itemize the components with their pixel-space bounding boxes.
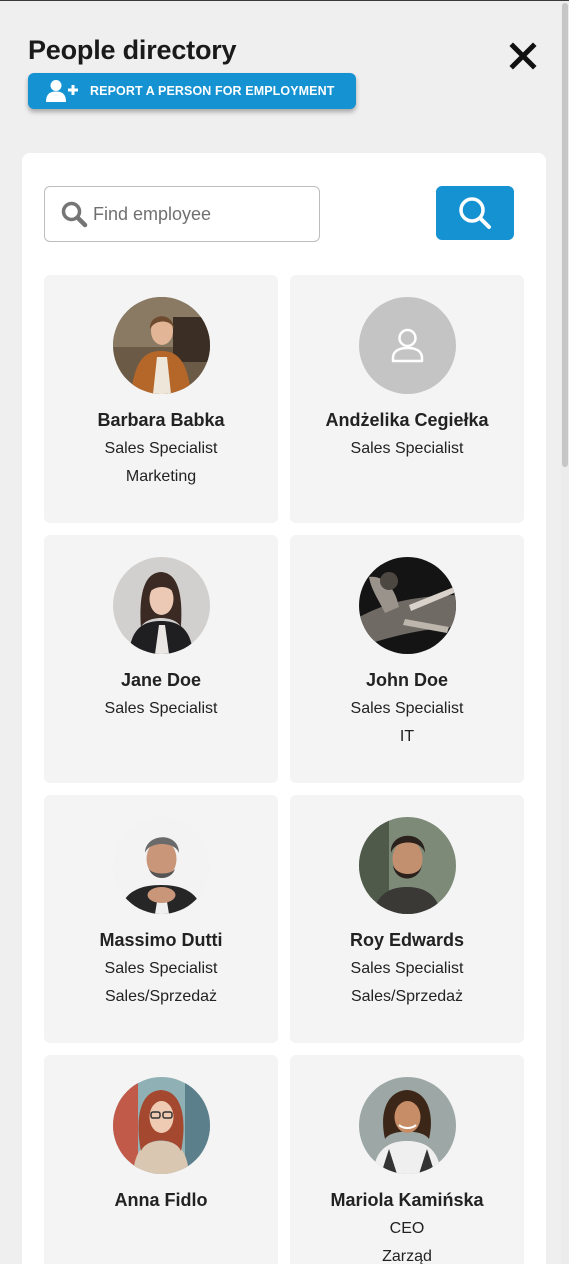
- employee-department: IT: [399, 728, 415, 745]
- avatar: [112, 297, 210, 394]
- report-button-label: REPORT A PERSON FOR EMPLOYMENT: [90, 84, 335, 98]
- employee-name: Anna Fidlo: [114, 1190, 208, 1210]
- avatar: [112, 1077, 210, 1174]
- user-plus-icon: [46, 79, 78, 103]
- employee-department: Marketing: [125, 468, 197, 485]
- employee-department: Sales/Sprzedaż: [350, 988, 464, 1005]
- employee-position: Sales Specialist: [104, 960, 218, 977]
- employee-grid: Barbara Babka Sales Specialist Marketing…: [44, 275, 524, 1264]
- directory-panel: Barbara Babka Sales Specialist Marketing…: [22, 153, 546, 1264]
- employee-position: Sales Specialist: [104, 700, 218, 717]
- search-icon: [459, 197, 491, 229]
- search-box: [44, 186, 320, 242]
- employee-name: Andżelika Cegiełka: [325, 410, 489, 430]
- employee-card[interactable]: Mariola Kamińska CEO Zarząd: [290, 1055, 524, 1264]
- employee-position: Sales Specialist: [104, 440, 218, 457]
- page-title: People directory: [28, 35, 237, 65]
- close-icon: [509, 42, 537, 70]
- employee-card[interactable]: Roy Edwards Sales Specialist Sales/Sprze…: [290, 795, 524, 1043]
- placeholder-user-icon: [358, 297, 456, 394]
- employee-name: Barbara Babka: [97, 410, 225, 430]
- employee-name: Roy Edwards: [349, 930, 465, 950]
- employee-card[interactable]: Anna Fidlo: [44, 1055, 278, 1264]
- employee-card[interactable]: John Doe Sales Specialist IT: [290, 535, 524, 783]
- employee-department: Sales/Sprzedaż: [104, 988, 218, 1005]
- employee-name: John Doe: [365, 670, 448, 690]
- employee-name: Massimo Dutti: [99, 930, 223, 950]
- avatar: [358, 817, 456, 914]
- search-icon: [61, 201, 88, 228]
- employee-position: CEO: [389, 1220, 425, 1237]
- employee-position: Sales Specialist: [350, 440, 464, 457]
- avatar: [358, 1077, 456, 1174]
- employee-card[interactable]: Barbara Babka Sales Specialist Marketing: [44, 275, 278, 523]
- employee-position: Sales Specialist: [350, 700, 464, 717]
- employee-card[interactable]: Jane Doe Sales Specialist: [44, 535, 278, 783]
- header: People directory REPORT A PERSON FOR EMP…: [28, 35, 537, 115]
- employee-card[interactable]: Andżelika Cegiełka Sales Specialist: [290, 275, 524, 523]
- close-button[interactable]: [508, 41, 538, 71]
- employee-name: Jane Doe: [120, 670, 202, 690]
- scrollbar[interactable]: [561, 1, 569, 1264]
- employee-card[interactable]: Massimo Dutti Sales Specialist Sales/Spr…: [44, 795, 278, 1043]
- scrollbar-thumb[interactable]: [562, 3, 568, 467]
- report-person-button[interactable]: REPORT A PERSON FOR EMPLOYMENT: [28, 73, 356, 109]
- search-input[interactable]: [93, 203, 293, 225]
- employee-department: Zarząd: [382, 1248, 432, 1264]
- avatar: [112, 817, 210, 914]
- employee-position: Sales Specialist: [350, 960, 464, 977]
- avatar: [112, 557, 210, 654]
- avatar: [358, 557, 456, 654]
- search-button[interactable]: [436, 186, 514, 240]
- employee-name: Mariola Kamińska: [330, 1190, 484, 1210]
